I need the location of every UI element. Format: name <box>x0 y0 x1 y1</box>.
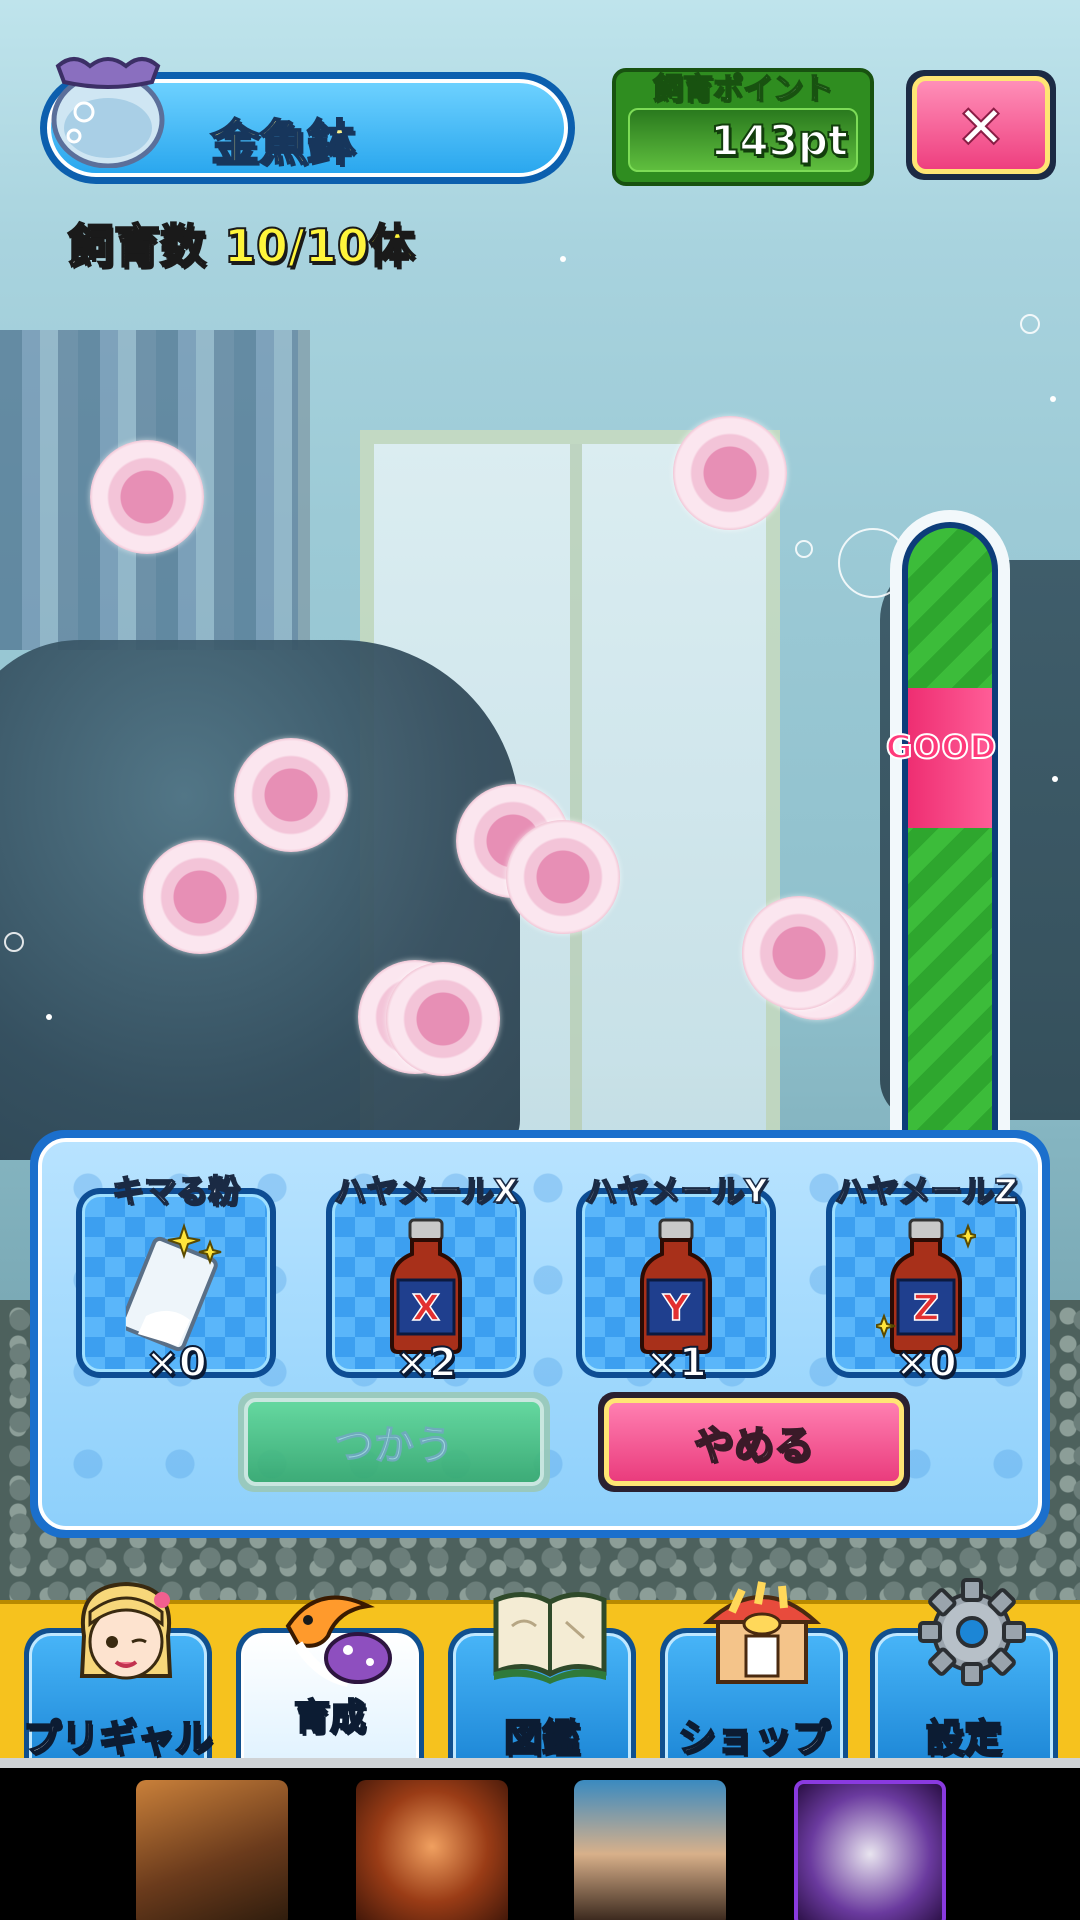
nav-tab-shop[interactable]: ショップ <box>660 1581 848 1768</box>
bubble <box>4 932 24 952</box>
sparkle <box>1050 396 1056 402</box>
item-slot-hayamail-y[interactable]: ハヤメールY Y ×1 <box>576 1171 776 1387</box>
dark-hair-character-thumbnail[interactable] <box>794 1780 946 1920</box>
fish-egg[interactable] <box>234 738 348 852</box>
bubble <box>1020 314 1040 334</box>
item-slot-kimaru-powder[interactable]: キマる粉 ×0 <box>76 1171 276 1387</box>
cancel-button-label: やめる <box>604 1398 904 1486</box>
powder-bag-icon <box>126 1222 222 1352</box>
item-count: ×1 <box>644 1339 707 1387</box>
gal-avatar-icon <box>79 1581 173 1680</box>
fish-egg[interactable] <box>143 840 257 954</box>
use-button-label: つかう <box>244 1398 544 1486</box>
nav-label: 図鑑 <box>503 1715 581 1761</box>
breeding-count-label: 飼育数 <box>67 218 207 274</box>
sparkle <box>560 256 566 262</box>
item-count: ×0 <box>144 1339 207 1387</box>
breeding-count-value: 10/10体 <box>223 218 416 274</box>
nav-label: 設定 <box>925 1715 1003 1761</box>
item-name: キマる粉 <box>111 1171 241 1211</box>
bottle-letter: Z <box>913 1288 939 1329</box>
background-sofa <box>0 640 520 1160</box>
points-caption: 飼育ポイント <box>652 71 834 108</box>
item-name: ハヤメールZ <box>834 1171 1018 1211</box>
cancel-button[interactable]: やめる <box>598 1392 910 1492</box>
egyptian-girl-thumbnail[interactable] <box>574 1780 726 1920</box>
item-name: ハヤメールY <box>584 1171 768 1211</box>
bottle-letter: Y <box>662 1288 690 1329</box>
fish-egg[interactable] <box>742 896 856 1010</box>
sparkle <box>1052 776 1058 782</box>
nav-tab-prigal[interactable]: プリギャル <box>22 1581 214 1768</box>
fish-egg[interactable] <box>90 440 204 554</box>
breeding-count: 飼育数 10/10体 <box>67 210 416 276</box>
sparkle <box>46 1014 52 1020</box>
fish-egg[interactable] <box>506 820 620 934</box>
item-slot-hayamail-z[interactable]: ハヤメールZ Z ×0 <box>826 1171 1026 1387</box>
warrior-shout-thumbnail[interactable] <box>356 1780 508 1920</box>
bubble <box>795 540 813 558</box>
bottom-navigation: プリギャル 育成 図鑑 ショップ 設定 <box>0 1578 1080 1768</box>
fish-breeding-icon <box>285 1595 392 1687</box>
close-icon: × <box>912 76 1050 174</box>
bottle-y-icon: Y <box>640 1218 712 1354</box>
fish-egg[interactable] <box>673 416 787 530</box>
item-name: ハヤメールX <box>333 1171 519 1211</box>
fishbowl-icon <box>51 57 165 168</box>
ad-banner-strip <box>0 1758 1080 1920</box>
item-count: ×2 <box>394 1339 457 1387</box>
breeding-points-box: 飼育ポイント 143pt <box>612 68 874 186</box>
gauge-good-label: GOOD <box>885 727 998 767</box>
use-button[interactable]: つかう <box>238 1392 550 1492</box>
fish-egg[interactable] <box>386 962 500 1076</box>
open-book-icon <box>493 1592 607 1684</box>
nav-label: 育成 <box>293 1696 367 1739</box>
soldier-sniper-thumbnail[interactable] <box>136 1780 288 1920</box>
item-slot-hayamail-x[interactable]: ハヤメールX X ×2 <box>326 1171 526 1387</box>
nav-label: ショップ <box>677 1715 831 1761</box>
item-panel: キマる粉 ×0 ハヤメールX X ×2 ハヤメールY Y ×1 ハヤメールZ Z… <box>30 1130 1050 1538</box>
nav-tab-encyclopedia[interactable]: 図鑑 <box>448 1592 636 1768</box>
bottle-z-icon: Z <box>876 1218 976 1354</box>
gear-icon <box>918 1578 1026 1686</box>
item-count: ×0 <box>894 1339 957 1387</box>
nav-tab-breeding[interactable]: 育成 <box>236 1595 424 1768</box>
shop-stall-icon <box>702 1581 822 1684</box>
points-value: 143pt <box>709 115 849 166</box>
close-button[interactable]: × <box>906 70 1056 180</box>
tank-name: 金魚鉢 <box>210 114 356 172</box>
nav-label: プリギャル <box>22 1715 214 1761</box>
bottle-x-icon: X <box>390 1218 462 1354</box>
bottle-letter: X <box>412 1288 440 1329</box>
nav-tab-settings[interactable]: 設定 <box>870 1578 1058 1768</box>
